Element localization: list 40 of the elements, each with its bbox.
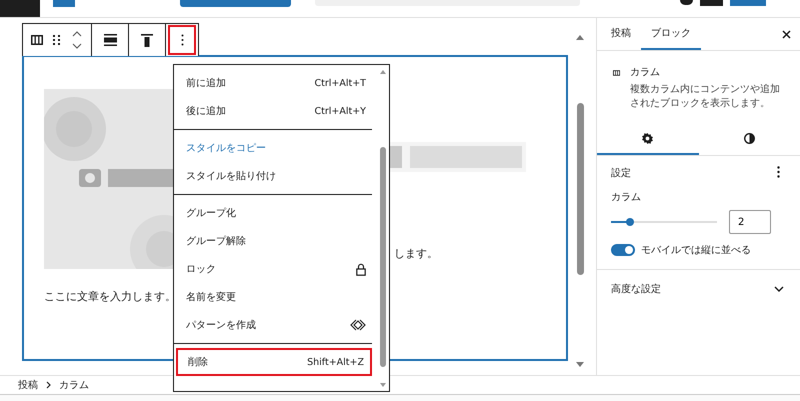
columns-slider[interactable] xyxy=(611,217,717,227)
menu-item[interactable]: 後に追加 Ctrl+Alt+Y xyxy=(174,97,372,125)
menu-item[interactable]: 前に追加 Ctrl+Alt+T xyxy=(174,69,372,97)
chevron-icon xyxy=(46,381,51,389)
advanced-section[interactable]: 高度な設定 xyxy=(597,270,800,308)
menu-item[interactable]: グループ化 xyxy=(174,199,372,227)
menu-item[interactable]: グループ解除 xyxy=(174,227,372,255)
breadcrumb-link[interactable]: カラム xyxy=(59,378,89,392)
block-title: カラム xyxy=(630,66,662,79)
menu-item[interactable]: ロック xyxy=(174,255,372,283)
menu-item[interactable]: 削除 Shift+Alt+Z xyxy=(176,348,372,376)
contrast-icon xyxy=(744,132,755,144)
panel-title: 設定 xyxy=(611,166,631,180)
more-options-button[interactable] xyxy=(168,25,196,55)
kebab-icon xyxy=(180,34,184,46)
lock-icon xyxy=(356,262,366,276)
columns-icon xyxy=(613,68,620,78)
columns-input[interactable]: 2 xyxy=(729,210,771,234)
toggle-label: モバイルでは縦に並べる xyxy=(641,244,751,257)
toggle-switch[interactable] xyxy=(611,244,635,256)
scrollbar-thumb[interactable] xyxy=(380,147,386,367)
chevron-icon xyxy=(774,286,784,292)
block-description: 複数カラム内にコンテンツや追加されたブロックを表示します。 xyxy=(630,83,782,111)
breadcrumb-link[interactable]: 投稿 xyxy=(18,378,38,392)
menu-item[interactable]: 名前を変更 xyxy=(174,283,372,311)
scroll-down-icon[interactable] xyxy=(379,382,387,388)
scroll-up-icon[interactable] xyxy=(575,33,585,41)
sidebar-tab[interactable]: 投稿 xyxy=(601,18,641,50)
sidebar-tab[interactable]: ブロック xyxy=(641,18,701,50)
scroll-up-icon[interactable] xyxy=(379,69,387,75)
field-label: カラム xyxy=(611,191,642,204)
menu-item[interactable]: スタイルをコピー xyxy=(174,134,372,162)
scrollbar-thumb[interactable] xyxy=(576,103,584,275)
scroll-down-icon[interactable] xyxy=(575,361,585,369)
toolbar-button[interactable] xyxy=(680,0,693,5)
menu-item[interactable]: パターンを作成 xyxy=(174,311,372,339)
diamond-icon xyxy=(350,319,366,331)
menu-item[interactable]: スタイルを貼り付け xyxy=(174,162,372,190)
gear-icon xyxy=(642,132,654,144)
paragraph[interactable]: します。 xyxy=(394,246,438,261)
